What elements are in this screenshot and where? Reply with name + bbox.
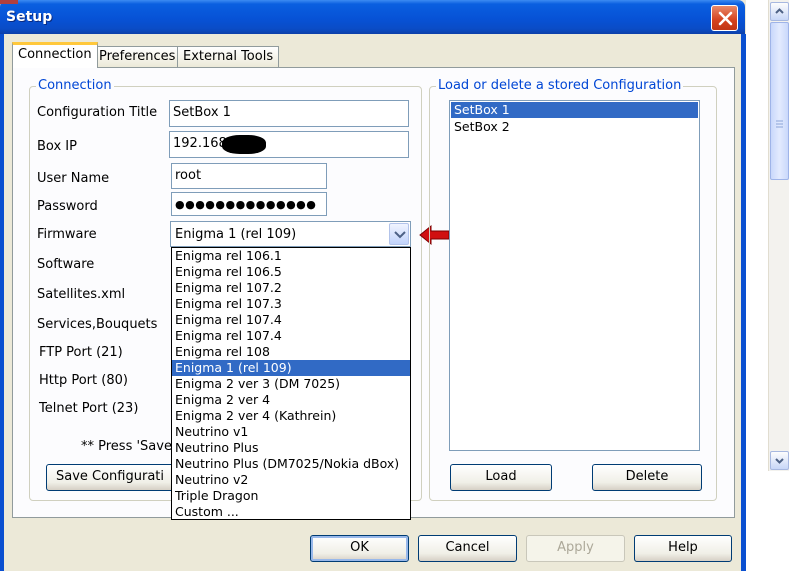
save-note: ** Press 'Save <box>81 439 172 454</box>
tab-connection[interactable]: Connection <box>12 42 98 68</box>
firmware-option[interactable]: Enigma rel 106.1 <box>172 248 410 264</box>
firmware-option[interactable]: Neutrino Plus (DM7025/Nokia dBox) <box>172 456 410 472</box>
firmware-option[interactable]: Enigma rel 108 <box>172 344 410 360</box>
grip-icon <box>776 120 783 128</box>
http-port-label: Http Port (80) <box>39 373 128 388</box>
password-label: Password <box>37 199 98 214</box>
close-icon <box>718 11 733 26</box>
services-label: Services,Bouquets <box>37 317 158 332</box>
tab-preferences[interactable]: Preferences <box>93 46 182 67</box>
tab-label: Connection <box>18 47 92 62</box>
scroll-thumb[interactable] <box>770 22 789 180</box>
window-title: Setup <box>6 9 53 25</box>
load-button[interactable]: Load <box>450 464 552 491</box>
firmware-selected-value: Enigma 1 (rel 109) <box>175 227 297 242</box>
background-scrollbar[interactable] <box>768 0 789 471</box>
firmware-option[interactable]: Neutrino Plus <box>172 440 410 456</box>
cancel-button[interactable]: Cancel <box>418 535 517 562</box>
config-title-input[interactable]: SetBox 1 <box>169 100 409 127</box>
stored-configuration-item[interactable]: SetBox 1 <box>451 102 698 118</box>
firmware-option[interactable]: Enigma rel 107.4 <box>172 312 410 328</box>
firmware-option[interactable]: Triple Dragon <box>172 488 410 504</box>
apply-button[interactable]: Apply <box>526 535 625 562</box>
firmware-option[interactable]: Neutrino v1 <box>172 424 410 440</box>
firmware-option[interactable]: Custom ... <box>172 504 410 520</box>
firmware-dropdown-button[interactable] <box>389 223 409 245</box>
window-frame-left <box>0 34 4 571</box>
tab-label: External Tools <box>183 49 274 64</box>
tab-label: Preferences <box>99 49 176 64</box>
group-title: Load or delete a stored Configuration <box>436 78 684 93</box>
firmware-options-list[interactable]: Enigma rel 106.1 Enigma rel 106.5 Enigma r… <box>171 247 411 520</box>
help-button[interactable]: Help <box>634 535 732 562</box>
password-input[interactable]: ●●●●●●●●●●●●●● <box>171 192 327 216</box>
box-ip-input[interactable]: 192.168. <box>169 131 409 158</box>
config-title-label: Configuration Title <box>37 105 158 120</box>
close-button[interactable] <box>711 5 738 31</box>
stored-configuration-item[interactable]: SetBox 2 <box>451 119 698 135</box>
firmware-label: Firmware <box>37 227 97 242</box>
ok-button[interactable]: OK <box>310 535 409 562</box>
window-frame-right <box>741 34 746 571</box>
software-label: Software <box>37 257 95 272</box>
user-name-input[interactable]: root <box>171 163 327 189</box>
firmware-option[interactable]: Enigma rel 106.5 <box>172 264 410 280</box>
satellites-label: Satellites.xml <box>37 287 126 302</box>
firmware-option[interactable]: Enigma 2 ver 3 (DM 7025) <box>172 376 410 392</box>
save-configuration-button[interactable]: Save Configurati <box>46 464 174 491</box>
redaction-mark <box>222 135 266 154</box>
scroll-up-button[interactable] <box>770 2 789 21</box>
firmware-option[interactable]: Enigma rel 107.4 <box>172 328 410 344</box>
telnet-port-label: Telnet Port (23) <box>39 401 139 416</box>
firmware-option[interactable]: Enigma rel 107.3 <box>172 296 410 312</box>
firmware-option[interactable]: Enigma 2 ver 4 (Kathrein) <box>172 408 410 424</box>
chevron-down-icon <box>775 458 784 464</box>
stored-configurations-list[interactable]: SetBox 1 SetBox 2 <box>449 100 700 451</box>
chevron-down-icon <box>394 231 406 239</box>
tab-external-tools[interactable]: External Tools <box>177 46 280 67</box>
firmware-select[interactable]: Enigma 1 (rel 109) <box>170 221 411 247</box>
firmware-option[interactable]: Neutrino v2 <box>172 472 410 488</box>
delete-button[interactable]: Delete <box>592 464 702 491</box>
user-name-label: User Name <box>37 171 110 186</box>
box-ip-label: Box IP <box>37 139 77 154</box>
firmware-option[interactable]: Enigma rel 107.2 <box>172 280 410 296</box>
firmware-option[interactable]: Enigma 2 ver 4 <box>172 392 410 408</box>
background-window-edge <box>0 0 18 4</box>
title-bar[interactable]: Setup <box>0 0 745 34</box>
chevron-up-icon <box>775 8 784 14</box>
ftp-port-label: FTP Port (21) <box>39 345 123 360</box>
firmware-option[interactable]: Enigma 1 (rel 109) <box>172 360 410 376</box>
scroll-down-button[interactable] <box>770 451 789 470</box>
group-title: Connection <box>36 78 114 93</box>
